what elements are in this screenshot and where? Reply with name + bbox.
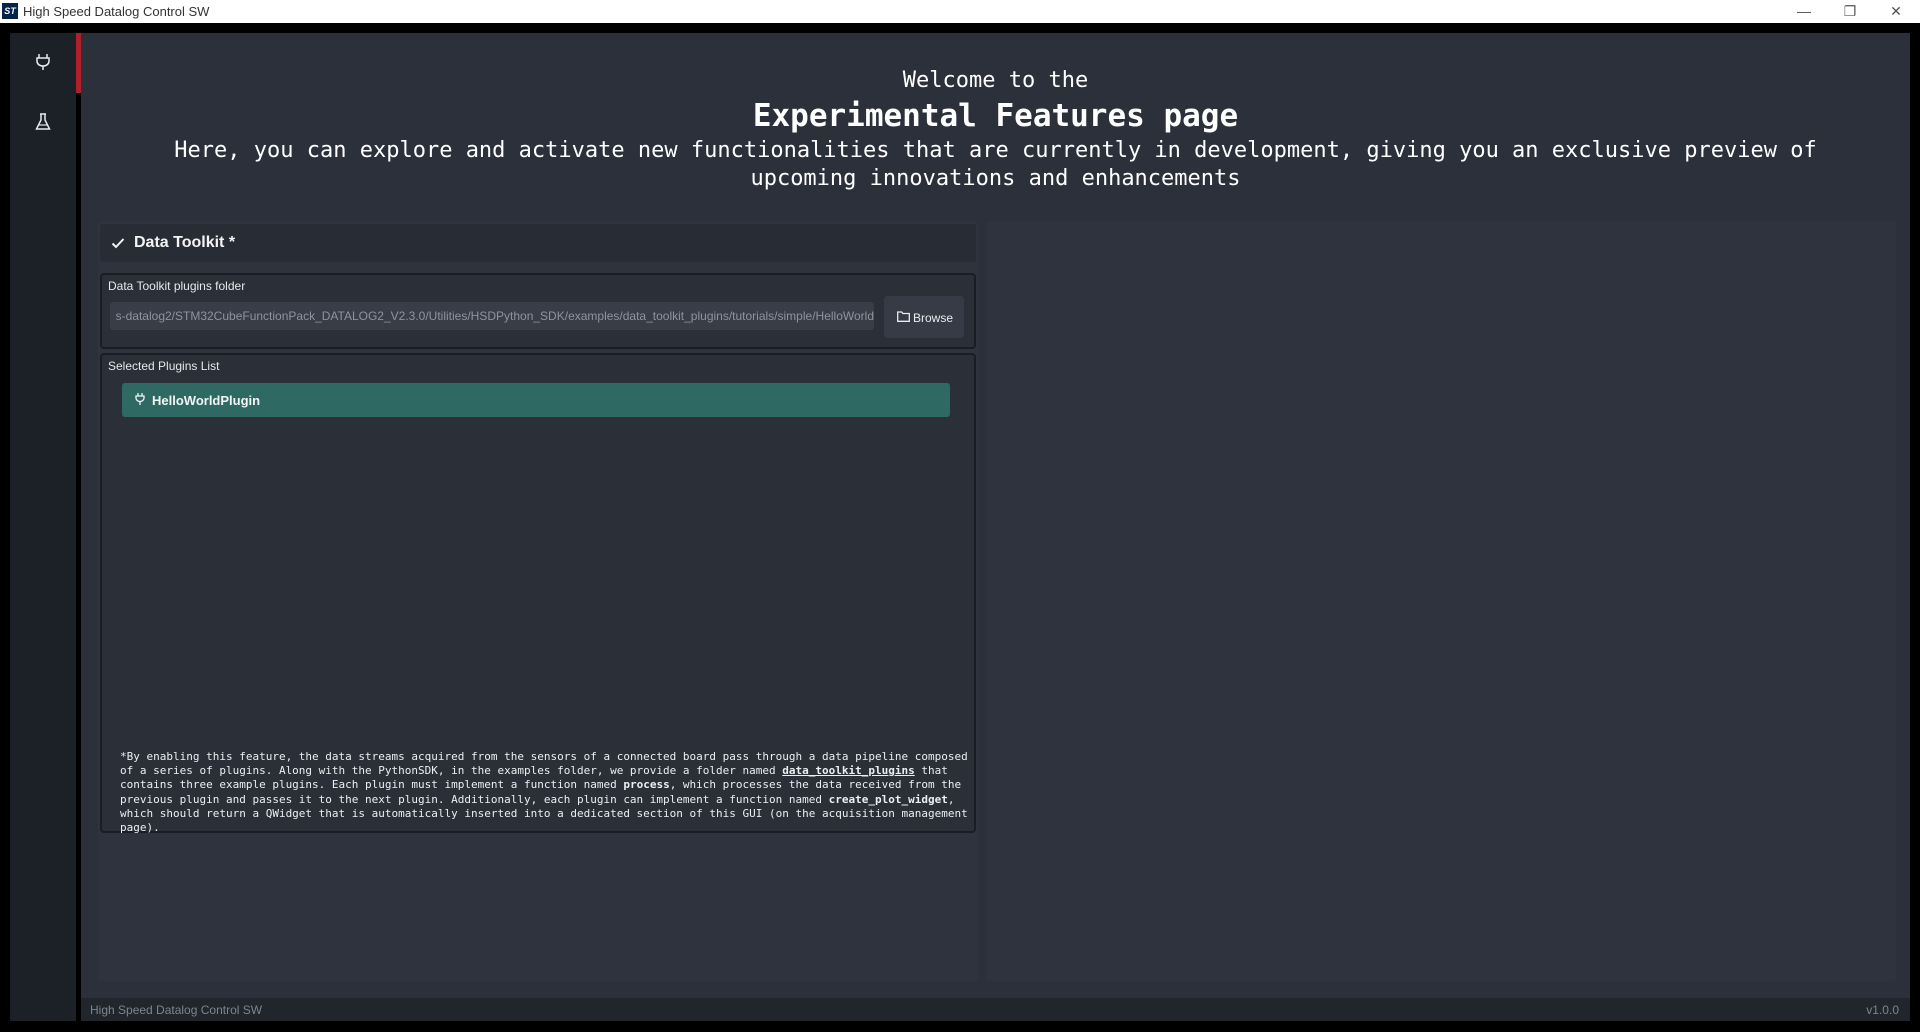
window-title: High Speed Datalog Control SW xyxy=(23,4,210,19)
flask-icon xyxy=(35,113,51,130)
browse-button[interactable]: Browse xyxy=(884,296,964,338)
plug-icon xyxy=(135,393,145,405)
list-item[interactable]: HelloWorldPlugin xyxy=(122,383,950,417)
data-toolkit-header[interactable]: Data Toolkit * xyxy=(100,224,976,262)
page-title: Experimental Features page xyxy=(752,98,1239,134)
check-icon[interactable] xyxy=(110,235,126,251)
selected-plugins-label: Selected Plugins List xyxy=(108,359,220,373)
folder-name: data_toolkit_plugins xyxy=(782,764,915,778)
feature-note: *By enabling this feature, the data stre… xyxy=(120,750,968,835)
plugin-name: HelloWorldPlugin xyxy=(152,393,261,408)
plugins-folder-label: Data Toolkit plugins folder xyxy=(108,279,246,293)
welcome-text: Welcome to the xyxy=(902,68,1089,93)
status-bar: High Speed Datalog Control SW v1.0.0 xyxy=(81,998,1910,1021)
plug-icon xyxy=(36,54,50,70)
status-app-name: High Speed Datalog Control SW xyxy=(90,1003,263,1017)
page-description: Here, you can explore and activate new f… xyxy=(174,138,1817,191)
data-toolkit-title: Data Toolkit * xyxy=(134,234,236,251)
close-button[interactable]: ✕ xyxy=(1873,0,1919,23)
status-version: v1.0.0 xyxy=(1866,1003,1899,1017)
plugins-folder-input[interactable]: s-datalog2/STM32CubeFunctionPack_DATALOG… xyxy=(110,302,874,330)
plugins-folder-group: Data Toolkit plugins folder s-datalog2/S… xyxy=(100,273,976,349)
sidebar-item-experimental[interactable] xyxy=(10,93,76,153)
app-logo: ST xyxy=(2,3,18,19)
sidebar-item-connection[interactable] xyxy=(10,33,76,93)
main-content: Welcome to the Experimental Features pag… xyxy=(81,33,1910,998)
window-titlebar: ST High Speed Datalog Control SW — ❐ ✕ xyxy=(0,0,1920,23)
browse-label: Browse xyxy=(913,311,954,325)
restore-button[interactable]: ❐ xyxy=(1827,0,1873,23)
data-toolkit-panel: Data Toolkit * Data Toolkit plugins fold… xyxy=(98,221,978,981)
plugin-output-panel xyxy=(986,221,1896,981)
sidebar xyxy=(10,33,81,1021)
minimize-button[interactable]: — xyxy=(1781,0,1827,23)
folder-icon xyxy=(897,311,910,322)
